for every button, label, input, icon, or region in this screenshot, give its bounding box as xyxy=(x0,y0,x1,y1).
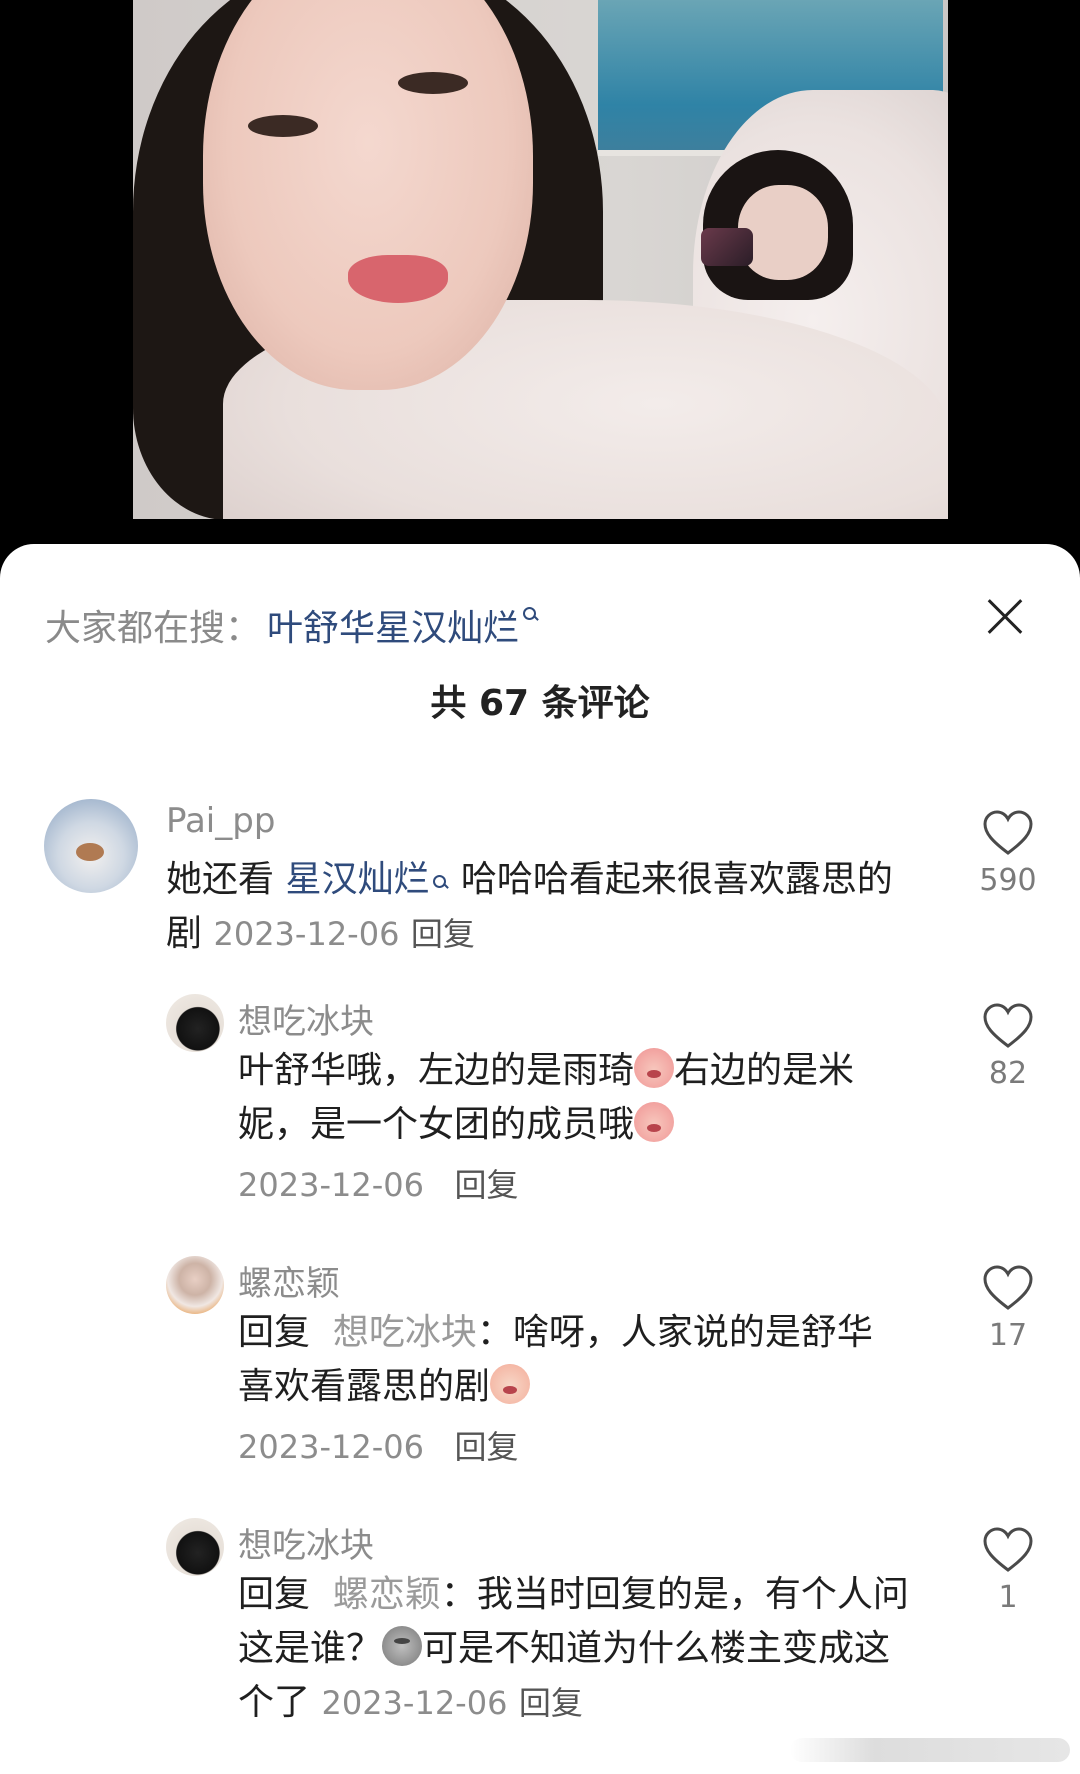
reply-prefix: 回复 xyxy=(238,1312,311,1353)
reply-button[interactable]: 回复 xyxy=(411,915,475,953)
reply-button[interactable]: 回复 xyxy=(454,1428,518,1466)
like-button[interactable]: 1 xyxy=(968,1526,1048,1615)
reply-button[interactable]: 回复 xyxy=(519,1684,583,1722)
like-button[interactable]: 17 xyxy=(968,1264,1048,1353)
comment-username[interactable]: 想吃冰块 xyxy=(238,994,374,1043)
reply-button[interactable]: 回复 xyxy=(454,1166,518,1204)
comment-text-part: 叶舒华哦，左边的是雨琦 xyxy=(238,1050,635,1091)
eye-right xyxy=(398,72,468,94)
avatar[interactable] xyxy=(44,799,138,893)
comment-count-title: 共 67 条评论 xyxy=(430,683,650,724)
search-prefix: 大家都在搜： xyxy=(45,608,262,649)
foreground-person-face xyxy=(203,0,533,390)
comment-meta: 2023-12-06 回复 xyxy=(238,1422,519,1468)
eye-left xyxy=(248,115,318,137)
avatar[interactable] xyxy=(166,1518,224,1576)
comment-date: 2023-12-06 xyxy=(238,1166,424,1204)
comment-username[interactable]: Pai_pp xyxy=(166,801,275,841)
like-count: 82 xyxy=(988,1056,1028,1091)
comment-username[interactable]: 螺恋颖 xyxy=(238,1256,340,1305)
shy-emoji-icon xyxy=(634,1048,675,1088)
comment-sheet: 大家都在搜： 叶舒华星汉灿烂 共 67 条评论 Pai_pp 她还看 星汉灿烂 … xyxy=(0,544,1080,1774)
comment-date: 2023-12-06 xyxy=(238,1428,424,1466)
heart-outline-icon xyxy=(983,1527,1033,1572)
like-count: 1 xyxy=(998,1580,1018,1615)
video-frame[interactable] xyxy=(133,0,948,519)
avatar[interactable] xyxy=(166,994,224,1052)
ghost-emoji-icon xyxy=(382,1626,423,1666)
comment-text: 她还看 星汉灿烂 哈哈哈看起来很喜欢露思的剧 2023-12-06 回复 xyxy=(166,853,906,961)
comment-meta: 2023-12-06 回复 xyxy=(238,1160,519,1206)
heart-outline-icon xyxy=(983,810,1033,855)
avatar[interactable] xyxy=(166,1256,224,1314)
like-button[interactable]: 82 xyxy=(968,1002,1048,1091)
comment-date: 2023-12-06 xyxy=(213,915,400,953)
close-icon[interactable] xyxy=(980,592,1030,642)
comment-date: 2023-12-06 xyxy=(321,1684,508,1722)
like-count: 590 xyxy=(979,863,1037,898)
comment-text: 回复 螺恋颖：我当时回复的是，有个人问这是谁？ 可是不知道为什么楼主变成这个了 2… xyxy=(238,1568,918,1730)
heart-outline-icon xyxy=(983,1265,1033,1310)
phone-in-hand xyxy=(701,228,753,266)
search-term-link[interactable]: 叶舒华星汉灿烂 xyxy=(267,599,519,651)
reply-to-username[interactable]: 想吃冰块 xyxy=(333,1312,477,1353)
mouth xyxy=(348,255,448,303)
comment-text-part: 她还看 xyxy=(166,859,286,900)
comment-search-link[interactable]: 星汉灿烂 xyxy=(285,859,429,900)
search-icon xyxy=(433,875,449,891)
like-button[interactable]: 590 xyxy=(968,809,1048,898)
comment-text: 回复 想吃冰块：啥呀，人家说的是舒华喜欢看露思的剧 xyxy=(238,1306,908,1414)
heart-outline-icon xyxy=(983,1003,1033,1048)
like-count: 17 xyxy=(988,1318,1028,1353)
comment-text: 叶舒华哦，左边的是雨琦 右边的是米妮，是一个女团的成员哦 xyxy=(238,1044,908,1152)
reply-to-username[interactable]: 螺恋颖 xyxy=(333,1574,441,1615)
watermark-bar xyxy=(790,1738,1070,1762)
crying-emoji-icon xyxy=(490,1364,531,1404)
search-suggestion[interactable]: 大家都在搜： 叶舒华星汉灿烂 xyxy=(45,600,539,650)
reply-prefix: 回复 xyxy=(238,1574,311,1615)
shy-emoji-icon xyxy=(634,1102,675,1142)
search-icon xyxy=(523,607,539,623)
comment-username[interactable]: 想吃冰块 xyxy=(238,1518,374,1567)
